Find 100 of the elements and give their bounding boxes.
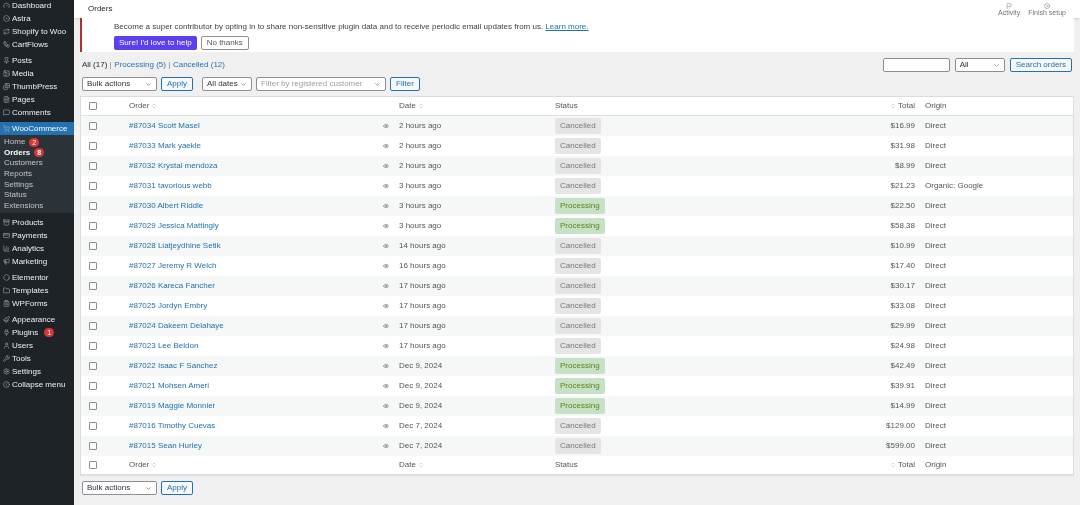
sidebar-item[interactable]: ThumbPress: [0, 80, 74, 93]
preview-icon[interactable]: [383, 363, 389, 369]
sort-icon[interactable]: [417, 103, 424, 109]
row-checkbox[interactable]: [89, 182, 97, 190]
dates-select[interactable]: All dates: [202, 77, 252, 91]
sidebar-item[interactable]: Media: [0, 67, 74, 80]
status-filter-link[interactable]: Cancelled (12): [172, 59, 225, 71]
sidebar-item[interactable]: Shopify to Woo: [0, 25, 74, 38]
learn-more-link[interactable]: Learn more.: [545, 21, 589, 31]
column-header[interactable]: Total: [898, 459, 915, 471]
preview-icon[interactable]: [383, 303, 389, 309]
row-checkbox[interactable]: [89, 422, 97, 430]
row-checkbox[interactable]: [89, 382, 97, 390]
sidebar-item[interactable]: Payments: [0, 229, 74, 243]
select-all-checkbox[interactable]: [89, 102, 97, 110]
order-link[interactable]: #87027 Jeremy R Welch: [129, 260, 383, 272]
order-link[interactable]: #87024 Dakeem Delahaye: [129, 320, 383, 332]
order-link[interactable]: #87028 Liatjeydhine Setik: [129, 240, 383, 252]
row-checkbox[interactable]: [89, 242, 97, 250]
preview-icon[interactable]: [383, 343, 389, 349]
order-link[interactable]: #87016 Timothy Cuevas: [129, 420, 383, 432]
sidebar-item[interactable]: Settings: [0, 365, 74, 379]
column-header[interactable]: Date: [399, 459, 416, 471]
order-link[interactable]: #87031 tavorious webb: [129, 180, 383, 192]
submenu-item[interactable]: Extensions: [0, 200, 74, 212]
row-checkbox[interactable]: [89, 442, 97, 450]
filter-button[interactable]: Filter: [390, 77, 420, 91]
sidebar-item[interactable]: Posts: [0, 54, 74, 67]
column-header[interactable]: Order: [129, 459, 150, 471]
order-link[interactable]: #87023 Lee Beldon: [129, 340, 383, 352]
order-link[interactable]: #87021 Mohsen Ameri: [129, 380, 383, 392]
row-checkbox[interactable]: [89, 362, 97, 370]
submenu-item[interactable]: Settings: [0, 179, 74, 190]
preview-icon[interactable]: [383, 283, 389, 289]
sidebar-item[interactable]: Astra: [0, 12, 74, 25]
sidebar-item[interactable]: Marketing: [0, 255, 74, 269]
order-link[interactable]: #87030 Albert Riddle: [129, 200, 383, 212]
status-filter-link[interactable]: Processing (5): [114, 59, 166, 71]
column-header[interactable]: Total: [898, 100, 915, 112]
column-header[interactable]: Order: [129, 100, 150, 112]
sidebar-item[interactable]: Appearance: [0, 313, 74, 327]
order-link[interactable]: #87022 Isaac F Sanchez: [129, 360, 383, 372]
order-link[interactable]: #87029 Jessica Mattingly: [129, 220, 383, 232]
sort-icon[interactable]: [890, 462, 897, 468]
sidebar-item[interactable]: Analytics: [0, 242, 74, 256]
row-checkbox[interactable]: [89, 282, 97, 290]
status-filter-link[interactable]: All (17): [82, 59, 108, 71]
row-checkbox[interactable]: [89, 162, 97, 170]
order-link[interactable]: #87033 Mark yaekle: [129, 140, 383, 152]
preview-icon[interactable]: [383, 163, 389, 169]
sidebar-item[interactable]: Products: [0, 216, 74, 230]
preview-icon[interactable]: [383, 443, 389, 449]
row-checkbox[interactable]: [89, 342, 97, 350]
submenu-item[interactable]: Reports: [0, 168, 74, 180]
column-header[interactable]: Date: [399, 100, 416, 112]
sidebar-item[interactable]: Pages: [0, 93, 74, 106]
opt-in-button[interactable]: Sure! I'd love to help: [114, 35, 197, 50]
sidebar-item[interactable]: Elementor: [0, 271, 74, 285]
search-field[interactable]: [882, 58, 950, 72]
sort-icon[interactable]: [151, 103, 158, 109]
submenu-item[interactable]: Customers: [0, 158, 74, 169]
row-checkbox[interactable]: [89, 262, 97, 270]
submenu-item[interactable]: Status: [0, 189, 74, 201]
row-checkbox[interactable]: [89, 202, 97, 210]
sort-icon[interactable]: [890, 103, 897, 109]
row-checkbox[interactable]: [89, 322, 97, 330]
progress-circle-icon[interactable]: [1044, 2, 1051, 9]
order-link[interactable]: #87034 Scott Masel: [129, 120, 383, 132]
apply-button[interactable]: Apply: [161, 481, 193, 495]
preview-icon[interactable]: [383, 123, 389, 129]
row-checkbox[interactable]: [89, 302, 97, 310]
preview-icon[interactable]: [383, 223, 389, 229]
preview-icon[interactable]: [383, 183, 389, 189]
dismiss-button[interactable]: No thanks: [200, 35, 249, 50]
bulk-actions-select[interactable]: Bulk actions: [82, 481, 157, 495]
order-link[interactable]: #87025 Jordyn Embry: [129, 300, 383, 312]
sidebar-item[interactable]: Collapse menu: [0, 378, 74, 392]
preview-icon[interactable]: [383, 203, 389, 209]
sidebar-item[interactable]: Templates: [0, 284, 74, 298]
row-checkbox[interactable]: [89, 122, 97, 130]
preview-icon[interactable]: [383, 383, 389, 389]
preview-icon[interactable]: [383, 423, 389, 429]
sidebar-item[interactable]: CartFlows: [0, 38, 74, 51]
order-link[interactable]: #87015 Sean Hurley: [129, 440, 383, 452]
sort-icon[interactable]: [417, 462, 424, 468]
bulk-actions-select[interactable]: Bulk actions: [82, 77, 157, 91]
order-link[interactable]: #87019 Maggie Monnier: [129, 400, 383, 412]
flag-icon[interactable]: [1006, 2, 1013, 9]
preview-icon[interactable]: [383, 143, 389, 149]
apply-button[interactable]: Apply: [161, 77, 193, 91]
sidebar-item[interactable]: WooCommerce: [0, 122, 74, 135]
order-link[interactable]: #87032 Krystal mendoza: [129, 160, 383, 172]
row-checkbox[interactable]: [89, 142, 97, 150]
preview-icon[interactable]: [383, 263, 389, 269]
sort-icon[interactable]: [151, 462, 158, 468]
row-checkbox[interactable]: [89, 402, 97, 410]
select-all-checkbox[interactable]: [89, 461, 97, 469]
order-link[interactable]: #87026 Kareca Fancher: [129, 280, 383, 292]
sidebar-item[interactable]: Tools: [0, 352, 74, 366]
preview-icon[interactable]: [383, 403, 389, 409]
